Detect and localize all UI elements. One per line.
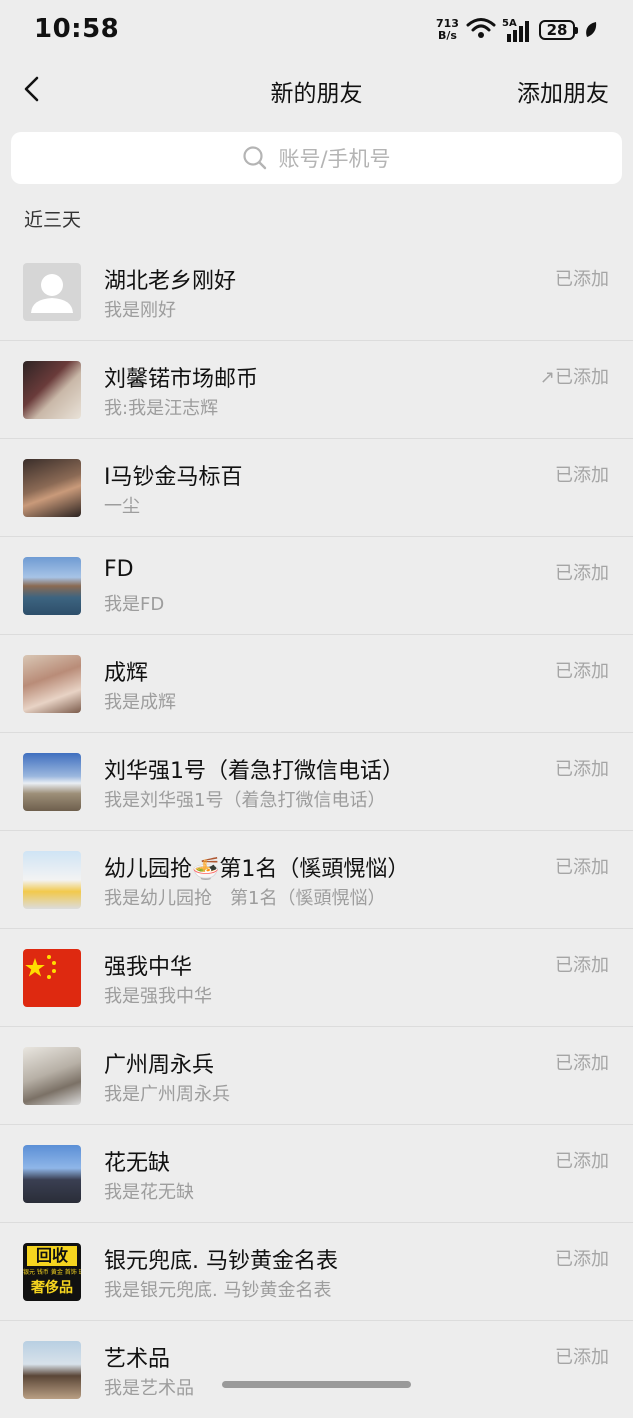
avatar xyxy=(23,361,81,419)
friend-name: 广州周永兵 xyxy=(104,1053,215,1078)
friend-name: 强我中华 xyxy=(104,955,193,980)
list-item[interactable]: 艺术品 我是艺术品 已添加 xyxy=(0,1321,633,1418)
list-item[interactable]: 强我中华 我是强我中华 已添加 xyxy=(0,929,633,1027)
avatar xyxy=(23,1047,81,1105)
friend-name: 花无缺 xyxy=(104,1151,171,1176)
search-icon xyxy=(243,146,267,170)
friend-message: 我:我是汪志辉 xyxy=(104,398,219,419)
list-item[interactable]: 回收 银元 钱币 黄金 首饰 珠宝 奢侈品 银元兜底. 马钞黄金名表 我是银元兜… xyxy=(0,1223,633,1321)
friend-name: 刘馨锘市场邮币 xyxy=(104,367,259,392)
list-item[interactable]: I马钞金马标百 一尘 已添加 xyxy=(0,439,633,537)
friend-name: 幼儿园抢🍜第1名（慀頭愰悩） xyxy=(104,857,410,882)
section-label-recent: 近三天 xyxy=(24,209,82,231)
friend-message: 我是艺术品 xyxy=(104,1378,194,1399)
recycle-avatar-bottom: 奢侈品 xyxy=(31,1280,73,1296)
friend-message: 我是刘华强1号（着急打微信电话） xyxy=(104,790,386,811)
list-item[interactable]: 花无缺 我是花无缺 已添加 xyxy=(0,1125,633,1223)
friend-message: 我是广州周永兵 xyxy=(104,1084,230,1105)
added-status: 已添加 xyxy=(555,1347,609,1368)
added-status: 已添加 xyxy=(555,857,609,878)
avatar xyxy=(23,1341,81,1399)
added-status: 已添加 xyxy=(555,1053,609,1074)
list-item[interactable]: 刘馨锘市场邮币 我:我是汪志辉 ↗已添加 xyxy=(0,341,633,439)
friend-message: 我是刚好 xyxy=(104,300,176,321)
added-status: 已添加 xyxy=(555,563,609,584)
power-saving-leaf-icon xyxy=(586,22,597,37)
search-placeholder: 账号/手机号 xyxy=(278,147,391,171)
status-time: 10:58 xyxy=(34,14,120,44)
recycle-avatar-mid: 银元 钱币 黄金 首饰 珠宝 xyxy=(23,1269,81,1276)
friend-name: 成辉 xyxy=(104,661,149,686)
friend-name: FD xyxy=(104,557,134,582)
nav-bar: 新的朋友 添加朋友 xyxy=(0,60,633,120)
avatar xyxy=(23,557,81,615)
avatar xyxy=(23,851,81,909)
list-item[interactable]: 幼儿园抢🍜第1名（慀頭愰悩） 我是幼儿园抢 第1名（慀頭愰悩） 已添加 xyxy=(0,831,633,929)
added-status: 已添加 xyxy=(555,465,609,486)
list-item[interactable]: 湖北老乡刚好 我是刚好 已添加 xyxy=(0,243,633,341)
search-bar[interactable]: 账号/手机号 xyxy=(11,132,622,184)
avatar: 回收 银元 钱币 黄金 首饰 珠宝 奢侈品 xyxy=(23,1243,81,1301)
recycle-avatar-top: 回收 xyxy=(27,1246,77,1266)
status-bar: 10:58 713 B/s 5A 28 xyxy=(0,0,633,60)
home-indicator[interactable] xyxy=(222,1381,411,1388)
added-status: 已添加 xyxy=(555,1151,609,1172)
added-status: 已添加 xyxy=(555,1249,609,1270)
default-avatar-icon xyxy=(31,274,73,313)
added-status: 已添加 xyxy=(555,661,609,682)
avatar xyxy=(23,263,81,321)
friend-message: 我是FD xyxy=(104,594,165,615)
avatar xyxy=(23,459,81,517)
avatar xyxy=(23,949,81,1007)
friend-name: 湖北老乡刚好 xyxy=(104,269,237,294)
friend-message: 我是银元兜底. 马钞黄金名表 xyxy=(104,1280,332,1301)
network-speed: 713 B/s xyxy=(436,18,459,42)
wifi-icon xyxy=(466,18,496,38)
friend-name: 刘华强1号（着急打微信电话） xyxy=(104,759,404,784)
friend-name: 艺术品 xyxy=(104,1347,171,1372)
network-speed-unit: B/s xyxy=(438,29,457,42)
avatar xyxy=(23,753,81,811)
friend-message: 一尘 xyxy=(104,496,140,517)
avatar xyxy=(23,655,81,713)
battery-indicator: 28 xyxy=(539,20,578,40)
china-flag-icon xyxy=(25,955,56,979)
add-friend-button[interactable]: 添加朋友 xyxy=(517,74,609,108)
friend-message: 我是成辉 xyxy=(104,692,176,713)
friend-request-list: 湖北老乡刚好 我是刚好 已添加 刘馨锘市场邮币 我:我是汪志辉 ↗已添加 I马钞… xyxy=(0,243,633,1418)
added-status: 已添加 xyxy=(555,759,609,780)
list-item[interactable]: FD 我是FD 已添加 xyxy=(0,537,633,635)
friend-name: I马钞金马标百 xyxy=(104,465,243,490)
friend-message: 我是幼儿园抢 第1名（慀頭愰悩） xyxy=(104,888,386,909)
list-item[interactable]: 成辉 我是成辉 已添加 xyxy=(0,635,633,733)
friend-message: 我是强我中华 xyxy=(104,986,212,1007)
added-status: ↗已添加 xyxy=(539,367,609,388)
cell-signal-icon xyxy=(507,21,529,42)
avatar xyxy=(23,1145,81,1203)
added-status: 已添加 xyxy=(555,955,609,976)
friend-name: 银元兜底. 马钞黄金名表 xyxy=(104,1249,338,1274)
added-status: 已添加 xyxy=(555,269,609,290)
friend-message: 我是花无缺 xyxy=(104,1182,194,1203)
list-item[interactable]: 刘华强1号（着急打微信电话） 我是刘华强1号（着急打微信电话） 已添加 xyxy=(0,733,633,831)
list-item[interactable]: 广州周永兵 我是广州周永兵 已添加 xyxy=(0,1027,633,1125)
